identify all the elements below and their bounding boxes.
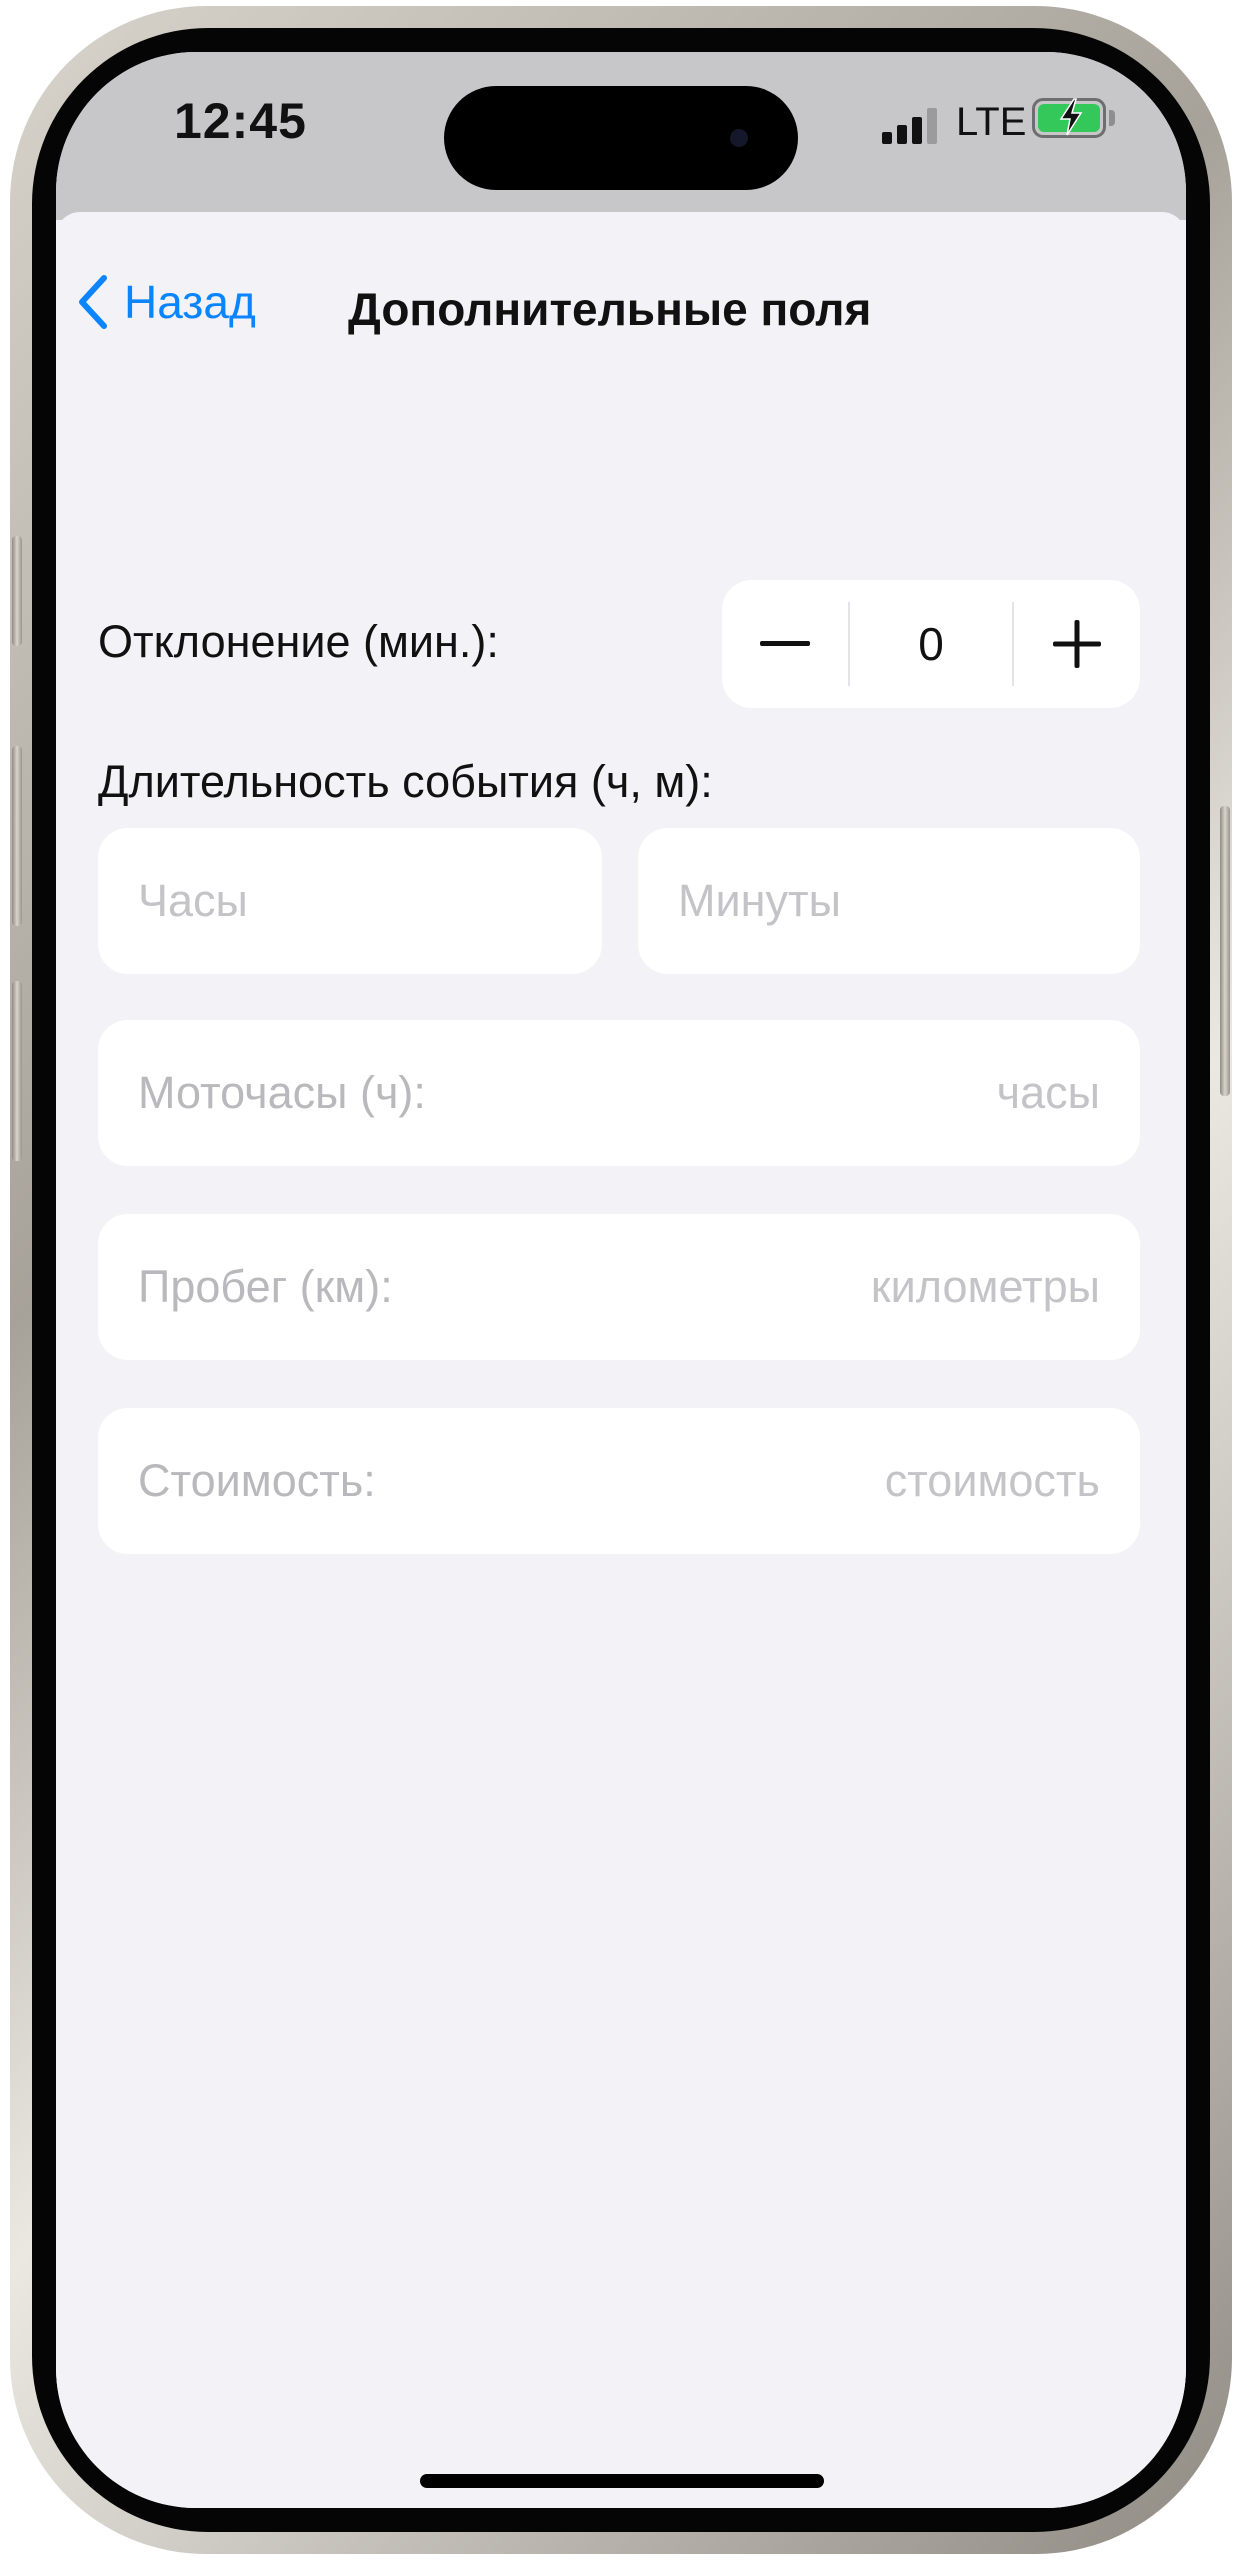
page-title: Дополнительные поля (348, 283, 872, 335)
cellular-signal-icon (882, 108, 938, 144)
volume-down-button (12, 981, 22, 1161)
engine-hours-field[interactable]: Моточасы (ч): часы (98, 1020, 1140, 1166)
cost-field[interactable]: Стоимость: стоимость (98, 1408, 1140, 1554)
hours-placeholder: Часы (138, 875, 248, 926)
screen: 12:45 LTE Назад Дополнительные поля Откл… (56, 52, 1186, 2508)
deviation-value: 0 (918, 618, 944, 670)
battery-level (1038, 98, 1100, 136)
deviation-label: Отклонение (мин.): (98, 616, 499, 667)
mileage-placeholder: километры (870, 1261, 1100, 1312)
increment-button[interactable] (1014, 580, 1140, 708)
battery-tip (1109, 110, 1115, 126)
front-camera-icon (730, 129, 748, 147)
fields-sheet: Назад Дополнительные поля Отклонение (ми… (56, 212, 1186, 2508)
charging-bolt-icon (1059, 98, 1083, 136)
status-time: 12:45 (174, 93, 307, 149)
dynamic-island (444, 86, 798, 190)
back-label: Назад (124, 276, 256, 328)
minutes-field[interactable]: Минуты (638, 828, 1140, 974)
engine-hours-label: Моточасы (ч): (138, 1067, 426, 1118)
cost-placeholder: стоимость (884, 1455, 1100, 1506)
mileage-label: Пробег (км): (138, 1261, 393, 1312)
minutes-placeholder: Минуты (678, 875, 841, 926)
cost-label: Стоимость: (138, 1455, 376, 1506)
decrement-button[interactable] (722, 580, 848, 708)
hours-field[interactable]: Часы (98, 828, 602, 974)
power-button (1220, 806, 1230, 1096)
action-button (12, 536, 22, 646)
battery-icon (1032, 98, 1106, 138)
navigation-bar: Назад Дополнительные поля (56, 212, 1186, 412)
mileage-field[interactable]: Пробег (км): километры (98, 1214, 1140, 1360)
status-bar: 12:45 LTE (56, 52, 1186, 220)
chevron-left-icon (79, 275, 107, 329)
deviation-stepper: 0 (722, 580, 1140, 708)
volume-up-button (12, 746, 22, 926)
plus-icon (1053, 620, 1101, 668)
network-type: LTE (956, 100, 1027, 144)
duration-label: Длительность события (ч, м): (98, 756, 713, 807)
back-button[interactable]: Назад (76, 262, 256, 342)
engine-hours-placeholder: часы (996, 1067, 1100, 1118)
home-indicator[interactable] (420, 2474, 824, 2488)
minus-icon (760, 641, 810, 646)
